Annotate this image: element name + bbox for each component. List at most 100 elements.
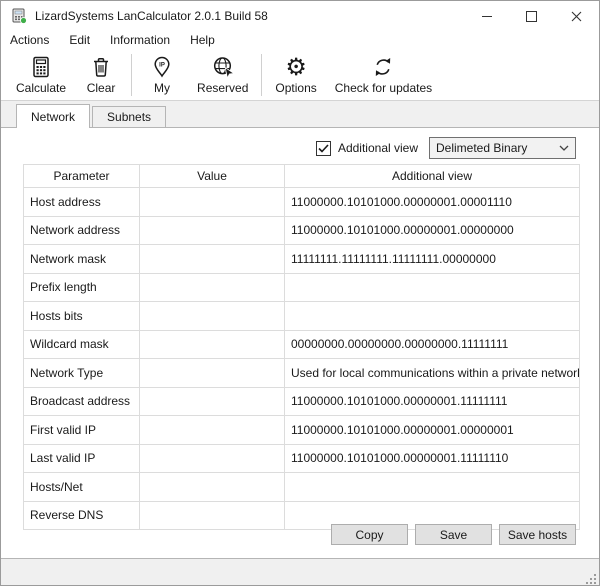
additional-view-label: Additional view bbox=[338, 141, 418, 155]
network-tab-panel: Additional view Delimeted Binary Paramet… bbox=[1, 127, 599, 559]
header-parameter: Parameter bbox=[24, 165, 140, 188]
window-controls bbox=[464, 1, 599, 31]
additional-cell: 11111111.11111111.11111111.00000000 bbox=[285, 245, 580, 274]
param-cell: Last valid IP bbox=[24, 444, 140, 473]
reserved-button[interactable]: Reserved bbox=[188, 52, 257, 97]
tab-strip: Network Subnets bbox=[1, 101, 599, 127]
additional-cell bbox=[285, 473, 580, 502]
refresh-icon bbox=[371, 54, 395, 80]
additional-cell: 11000000.10101000.00000001.00000000 bbox=[285, 216, 580, 245]
value-cell bbox=[140, 416, 285, 445]
app-window: LizardSystems LanCalculator 2.0.1 Build … bbox=[0, 0, 600, 586]
table-row[interactable]: Network Type Used for local communicatio… bbox=[24, 359, 580, 388]
additional-cell: Used for local communications within a p… bbox=[285, 359, 580, 388]
footer-buttons: Copy Save Save hosts bbox=[331, 524, 576, 545]
table-header-row: Parameter Value Additional view bbox=[24, 165, 580, 188]
view-format-value: Delimeted Binary bbox=[436, 141, 527, 155]
table-row[interactable]: Hosts/Net bbox=[24, 473, 580, 502]
view-controls: Additional view Delimeted Binary bbox=[316, 137, 576, 159]
value-cell bbox=[140, 188, 285, 217]
calculate-label: Calculate bbox=[16, 81, 66, 95]
svg-text:IP: IP bbox=[159, 63, 165, 69]
param-cell: Network mask bbox=[24, 245, 140, 274]
calculate-button[interactable]: Calculate bbox=[7, 52, 75, 97]
table-row[interactable]: Host address 11000000.10101000.00000001.… bbox=[24, 188, 580, 217]
param-cell: Host address bbox=[24, 188, 140, 217]
maximize-icon bbox=[526, 11, 537, 22]
table-row[interactable]: Hosts bits bbox=[24, 302, 580, 331]
results-table: Parameter Value Additional view Host add… bbox=[23, 164, 580, 530]
menu-information[interactable]: Information bbox=[100, 31, 180, 49]
value-cell bbox=[140, 501, 285, 530]
header-additional-view: Additional view bbox=[285, 165, 580, 188]
gear-icon: ⚙ bbox=[285, 54, 307, 80]
tab-network[interactable]: Network bbox=[16, 104, 90, 128]
value-cell bbox=[140, 387, 285, 416]
value-cell bbox=[140, 444, 285, 473]
maximize-button[interactable] bbox=[509, 1, 554, 31]
minimize-button[interactable] bbox=[464, 1, 509, 31]
additional-cell: 11000000.10101000.00000001.11111110 bbox=[285, 444, 580, 473]
clear-button[interactable]: Clear bbox=[75, 52, 127, 97]
param-cell: Network address bbox=[24, 216, 140, 245]
reserved-label: Reserved bbox=[197, 81, 248, 95]
table-row[interactable]: Last valid IP 11000000.10101000.00000001… bbox=[24, 444, 580, 473]
globe-cursor-icon bbox=[211, 54, 235, 80]
checkmark-icon bbox=[318, 144, 329, 153]
clear-label: Clear bbox=[87, 81, 116, 95]
resize-grip[interactable] bbox=[585, 573, 597, 585]
window-title: LizardSystems LanCalculator 2.0.1 Build … bbox=[35, 9, 268, 23]
additional-cell: 11000000.10101000.00000001.00001110 bbox=[285, 188, 580, 217]
toolbar-separator bbox=[261, 54, 262, 96]
menu-edit[interactable]: Edit bbox=[59, 31, 100, 49]
additional-cell bbox=[285, 273, 580, 302]
chevron-down-icon bbox=[559, 145, 569, 151]
additional-cell: 00000000.00000000.00000000.11111111 bbox=[285, 330, 580, 359]
view-format-dropdown[interactable]: Delimeted Binary bbox=[429, 137, 576, 159]
param-cell: First valid IP bbox=[24, 416, 140, 445]
map-pin-ip-icon: IP bbox=[150, 54, 174, 80]
table-row[interactable]: Network address 11000000.10101000.000000… bbox=[24, 216, 580, 245]
close-button[interactable] bbox=[554, 1, 599, 31]
value-cell bbox=[140, 330, 285, 359]
app-icon bbox=[11, 8, 27, 24]
status-strip bbox=[1, 559, 599, 586]
my-ip-button[interactable]: IP My bbox=[136, 52, 188, 97]
close-icon bbox=[571, 11, 582, 22]
value-cell bbox=[140, 245, 285, 274]
table-row[interactable]: Prefix length bbox=[24, 273, 580, 302]
value-cell bbox=[140, 216, 285, 245]
table-row[interactable]: Wildcard mask 00000000.00000000.00000000… bbox=[24, 330, 580, 359]
save-button[interactable]: Save bbox=[415, 524, 492, 545]
param-cell: Hosts/Net bbox=[24, 473, 140, 502]
menu-help[interactable]: Help bbox=[180, 31, 225, 49]
toolbar-separator bbox=[131, 54, 132, 96]
additional-view-checkbox[interactable] bbox=[316, 141, 331, 156]
copy-button[interactable]: Copy bbox=[331, 524, 408, 545]
header-value: Value bbox=[140, 165, 285, 188]
additional-cell: 11000000.10101000.00000001.11111111 bbox=[285, 387, 580, 416]
my-ip-label: My bbox=[154, 81, 170, 95]
additional-cell bbox=[285, 302, 580, 331]
check-updates-label: Check for updates bbox=[335, 81, 432, 95]
param-cell: Broadcast address bbox=[24, 387, 140, 416]
options-button[interactable]: ⚙ Options bbox=[266, 52, 325, 97]
check-updates-button[interactable]: Check for updates bbox=[326, 52, 441, 97]
table-row[interactable]: First valid IP 11000000.10101000.0000000… bbox=[24, 416, 580, 445]
param-cell: Wildcard mask bbox=[24, 330, 140, 359]
minimize-icon bbox=[482, 16, 492, 17]
param-cell: Network Type bbox=[24, 359, 140, 388]
value-cell bbox=[140, 359, 285, 388]
trash-icon bbox=[89, 54, 113, 80]
tab-subnets[interactable]: Subnets bbox=[92, 106, 166, 127]
value-cell bbox=[140, 273, 285, 302]
save-hosts-button[interactable]: Save hosts bbox=[499, 524, 576, 545]
table-row[interactable]: Broadcast address 11000000.10101000.0000… bbox=[24, 387, 580, 416]
menu-actions[interactable]: Actions bbox=[10, 31, 59, 49]
title-bar: LizardSystems LanCalculator 2.0.1 Build … bbox=[1, 1, 599, 31]
additional-cell: 11000000.10101000.00000001.00000001 bbox=[285, 416, 580, 445]
table-row[interactable]: Network mask 11111111.11111111.11111111.… bbox=[24, 245, 580, 274]
menu-bar: Actions Edit Information Help bbox=[1, 31, 599, 49]
param-cell: Hosts bits bbox=[24, 302, 140, 331]
value-cell bbox=[140, 302, 285, 331]
